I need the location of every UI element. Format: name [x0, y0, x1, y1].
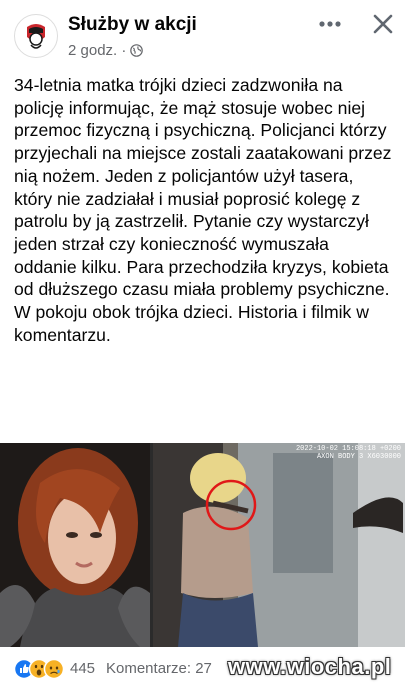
reaction-icons[interactable]	[13, 658, 66, 680]
post-header: Służby w akcji 2 godz. ·	[0, 0, 405, 72]
police-badge-icon	[16, 16, 56, 56]
post-meta: 2 godz. ·	[68, 42, 144, 59]
page-name[interactable]: Służby w akcji	[68, 14, 197, 36]
close-icon	[373, 14, 393, 34]
woman-portrait-photo[interactable]	[0, 443, 150, 647]
post-time[interactable]: 2 godz. ·	[68, 42, 126, 59]
more-horizontal-icon	[319, 21, 341, 27]
reaction-count[interactable]: 445	[70, 660, 95, 677]
bodycam-timestamp: 2022-10-02 15:08:18 +0200 AXON BODY 3 X6…	[295, 445, 401, 461]
post-body-text: 34-letnia matka trójki dzieci zadzwoniła…	[14, 75, 392, 345]
post-footer: 445 Komentarze: 27 www.wiocha.pl	[0, 648, 405, 694]
site-watermark: www.wiocha.pl	[228, 654, 392, 679]
globe-icon	[130, 44, 144, 57]
more-options-button[interactable]	[317, 12, 343, 36]
post-media[interactable]: 2022-10-02 15:08:18 +0200 AXON BODY 3 X6…	[0, 443, 405, 647]
close-button[interactable]	[369, 10, 397, 38]
bodycam-still-with-red-circle[interactable]: 2022-10-02 15:08:18 +0200 AXON BODY 3 X6…	[153, 443, 405, 647]
comments-count-link[interactable]: Komentarze: 27	[106, 660, 212, 677]
sad-icon	[43, 658, 65, 680]
page-avatar[interactable]	[14, 14, 58, 58]
